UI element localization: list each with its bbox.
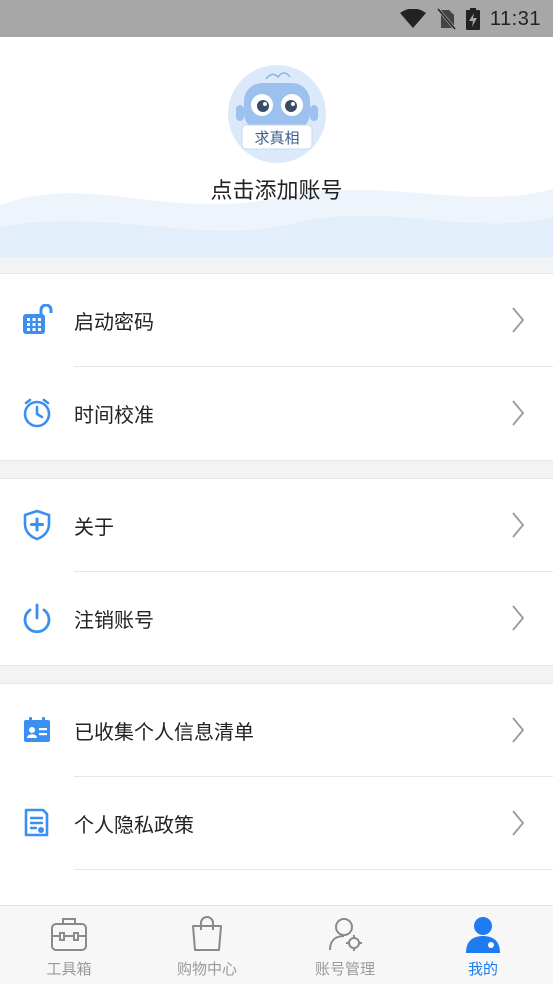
shield-plus-icon — [23, 509, 51, 541]
time-calibration-label: 时间校准 — [74, 403, 154, 427]
add-account-link[interactable]: 点击添加账号 — [0, 173, 553, 205]
deactivate-account-label: 注销账号 — [74, 608, 154, 632]
tab-shopping-center[interactable]: 购物中心 — [138, 906, 276, 984]
startup-password-row[interactable]: 启动密码 — [0, 274, 553, 367]
tab-account-management-label: 账号管理 — [314, 960, 375, 978]
about-label: 关于 — [74, 515, 114, 539]
battery-charging-icon — [465, 8, 480, 30]
personal-info-list-row[interactable]: 已收集个人信息清单 — [0, 684, 553, 777]
privacy-policy-label: 个人隐私政策 — [74, 813, 194, 837]
user-settings-icon — [329, 918, 362, 951]
avatar[interactable]: 求真相 — [228, 65, 326, 163]
profile-icon — [466, 917, 500, 953]
tab-toolbox[interactable]: 工具箱 — [0, 906, 138, 984]
tab-toolbox-label: 工具箱 — [46, 960, 92, 978]
personal-info-list-label: 已收集个人信息清单 — [74, 720, 254, 744]
status-icons: 11:31 — [399, 7, 541, 31]
chevron-right-icon — [512, 810, 525, 836]
deactivate-account-row[interactable]: 注销账号 — [0, 572, 553, 665]
clock-icon — [23, 398, 51, 428]
toolbox-icon — [51, 918, 87, 951]
id-card-icon — [24, 717, 50, 742]
tab-shopping-center-label: 购物中心 — [176, 960, 237, 978]
settings-group-2: 关于 注销账号 — [0, 478, 553, 666]
wifi-icon — [399, 9, 426, 28]
robot-mascot-icon: 求真相 — [236, 72, 318, 150]
profile-header: 求真相 点击添加账号 — [0, 37, 553, 257]
chevron-right-icon — [512, 400, 525, 426]
document-icon — [24, 808, 49, 837]
settings-group-1: 启动密码 时间校准 — [0, 273, 553, 461]
bottom-tab-bar: 工具箱 购物中心 账号管理 我的 — [0, 905, 553, 984]
shopping-bag-icon — [192, 916, 222, 951]
status-time: 11:31 — [489, 7, 541, 30]
tab-mine[interactable]: 我的 — [414, 906, 552, 984]
keypad-lock-icon — [23, 304, 53, 334]
status-bar: 11:31 — [0, 0, 553, 37]
chevron-right-icon — [512, 605, 525, 631]
chevron-right-icon — [512, 512, 525, 538]
avatar-text: 求真相 — [254, 129, 299, 147]
power-icon — [23, 603, 51, 634]
chevron-right-icon — [512, 307, 525, 333]
chevron-right-icon — [512, 717, 525, 743]
tab-mine-label: 我的 — [467, 960, 498, 978]
no-sim-icon — [436, 8, 456, 30]
privacy-policy-row[interactable]: 个人隐私政策 — [0, 777, 553, 870]
tab-account-management[interactable]: 账号管理 — [276, 906, 414, 984]
about-row[interactable]: 关于 — [0, 479, 553, 572]
startup-password-label: 启动密码 — [74, 310, 154, 334]
time-calibration-row[interactable]: 时间校准 — [0, 367, 553, 460]
